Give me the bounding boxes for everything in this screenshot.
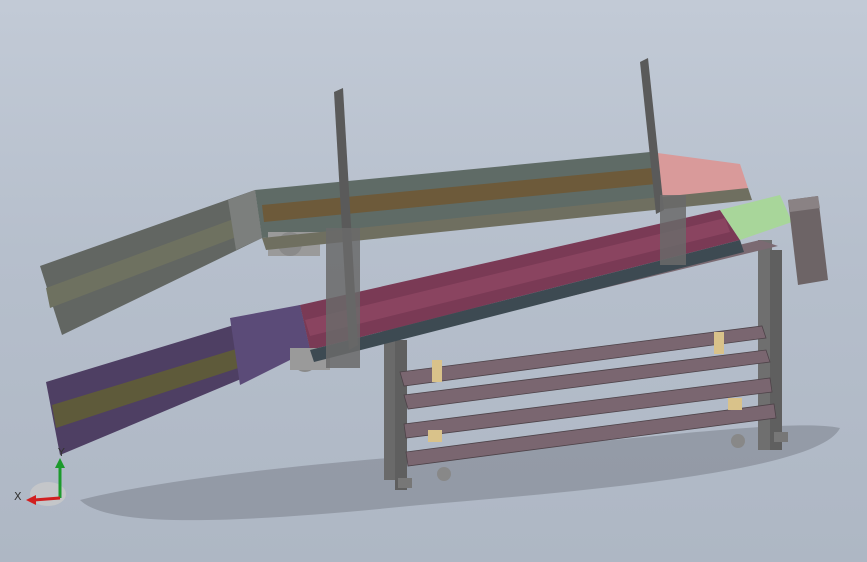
- conveyor-assembly-render: Y X: [14, 58, 840, 521]
- ground-shadow: [80, 425, 840, 521]
- triad-x-label: X: [14, 490, 22, 503]
- axis-triad: Y X: [14, 446, 66, 506]
- cad-viewport[interactable]: Y X: [0, 0, 867, 562]
- triad-y-label: Y: [57, 446, 65, 459]
- tail-enclosure: [788, 196, 828, 285]
